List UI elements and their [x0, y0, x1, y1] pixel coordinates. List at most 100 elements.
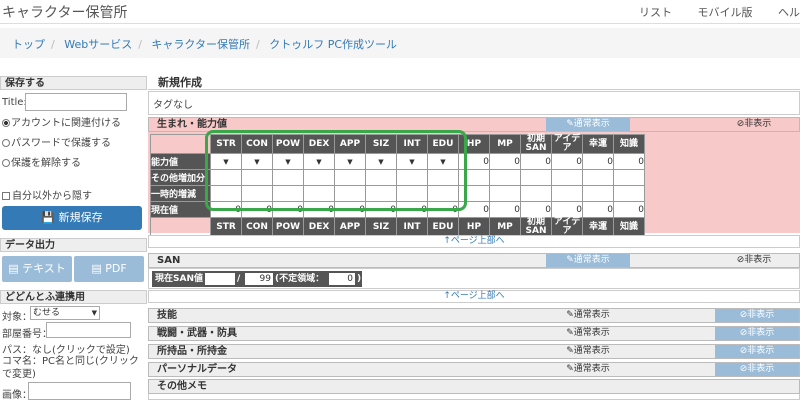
stat-input[interactable]	[241, 185, 273, 202]
combat-section-header[interactable]: 戦闘・武器・防具 ✎通常表示 ⊘非表示	[148, 326, 800, 341]
stat-input[interactable]	[551, 169, 583, 186]
skills-title: 技能	[157, 310, 177, 321]
stat-input[interactable]	[427, 169, 459, 186]
radio-password[interactable]: パスワードで保護する	[2, 134, 111, 149]
stat-input[interactable]	[334, 185, 366, 202]
edu-select[interactable]: ▼	[427, 153, 459, 170]
text-export-button[interactable]: ▤ テキスト	[2, 256, 72, 282]
tags-field[interactable]: タグなし	[148, 91, 800, 115]
pass-setting[interactable]: パス：なし(クリックで設定)	[2, 341, 130, 356]
stat-input[interactable]	[582, 169, 614, 186]
footer-con: CON	[241, 217, 273, 237]
room-input[interactable]	[46, 322, 131, 338]
stat-input[interactable]	[458, 169, 490, 186]
int-current: 0	[396, 201, 428, 218]
hide-button[interactable]: ⊘非表示	[709, 254, 799, 267]
stat-input[interactable]	[365, 185, 397, 202]
nav-link-help[interactable]: ヘル	[778, 6, 800, 19]
header-mp: MP	[489, 134, 521, 154]
nav-link-list[interactable]: リスト	[639, 6, 672, 19]
hide-button[interactable]: ⊘非表示	[709, 118, 799, 131]
stat-input[interactable]	[396, 185, 428, 202]
stat-input[interactable]	[210, 169, 242, 186]
normal-view-button[interactable]: ✎通常表示	[546, 118, 630, 131]
stat-input[interactable]	[489, 185, 521, 202]
header-siz: SIZ	[365, 134, 397, 154]
footer-knowledge: 知識	[613, 217, 645, 237]
stat-input[interactable]	[365, 169, 397, 186]
stat-input[interactable]	[520, 185, 552, 202]
memo-area[interactable]	[148, 394, 800, 400]
breadcrumb-top[interactable]: トップ	[12, 38, 45, 51]
footer-idea: アイデア	[551, 217, 583, 237]
koma-setting[interactable]: コマ名：PC名と同じ(クリックで変更)	[2, 355, 147, 381]
hide-checkbox[interactable]: 自分以外から隠す	[2, 187, 92, 202]
breadcrumb-storage[interactable]: キャラクター保管所	[151, 38, 250, 51]
stat-input[interactable]	[272, 185, 304, 202]
stat-input[interactable]	[582, 185, 614, 202]
stat-input[interactable]	[489, 169, 521, 186]
pencil-icon: ✎	[566, 346, 574, 356]
stat-input[interactable]	[241, 169, 273, 186]
stat-input[interactable]	[334, 169, 366, 186]
siz-select[interactable]: ▼	[365, 153, 397, 170]
radio-account[interactable]: アカウントに関連付ける	[2, 114, 121, 129]
checkbox-icon[interactable]	[2, 192, 10, 200]
new-save-button[interactable]: 💾 新規保存	[2, 206, 142, 230]
hide-button[interactable]: ⊘非表示	[715, 345, 799, 358]
breadcrumb-web[interactable]: Webサービス	[64, 38, 132, 51]
dex-select[interactable]: ▼	[303, 153, 335, 170]
stat-input[interactable]	[272, 169, 304, 186]
normal-view-button[interactable]: ✎通常表示	[546, 309, 630, 322]
row-label-ability: 能力値	[150, 153, 211, 170]
normal-view-button[interactable]: ✎通常表示	[546, 327, 630, 340]
nav-link-mobile[interactable]: モバイル版	[698, 6, 753, 19]
pdf-icon: ▤	[91, 262, 102, 275]
hide-button[interactable]: ⊘非表示	[715, 327, 799, 340]
san-section-header[interactable]: SAN ✎通常表示 ⊘非表示	[148, 253, 800, 268]
san-input[interactable]	[205, 273, 235, 285]
image-input[interactable]	[28, 382, 131, 400]
normal-view-button[interactable]: ✎通常表示	[546, 254, 630, 267]
stat-input[interactable]	[613, 169, 645, 186]
str-select[interactable]: ▼	[210, 153, 242, 170]
pow-select[interactable]: ▼	[272, 153, 304, 170]
stat-input[interactable]	[396, 169, 428, 186]
items-section-header[interactable]: 所持品・所持金 ✎通常表示 ⊘非表示	[148, 344, 800, 359]
radio-unprotect[interactable]: 保護を解除する	[2, 154, 81, 169]
stat-input[interactable]	[303, 185, 335, 202]
stat-input[interactable]	[458, 185, 490, 202]
personal-section-header[interactable]: パーソナルデータ ✎通常表示 ⊘非表示	[148, 362, 800, 377]
hide-button[interactable]: ⊘非表示	[715, 363, 799, 376]
page-top-link[interactable]: ↑ページ上部へ	[148, 290, 800, 303]
radio-icon[interactable]	[2, 139, 10, 147]
title-input[interactable]	[25, 93, 127, 111]
pdf-export-button[interactable]: ▤ PDF	[74, 256, 144, 282]
footer-str: STR	[210, 217, 242, 237]
hp-base: 0	[458, 153, 490, 170]
stat-input[interactable]	[303, 169, 335, 186]
hide-button[interactable]: ⊘非表示	[715, 309, 799, 322]
header-con: CON	[241, 134, 273, 154]
int-select[interactable]: ▼	[396, 153, 428, 170]
stat-input[interactable]	[613, 185, 645, 202]
page-top-link[interactable]: ↑ページ上部へ	[148, 235, 800, 248]
radio-selected-icon[interactable]	[2, 119, 10, 127]
skills-section-header[interactable]: 技能 ✎通常表示 ⊘非表示	[148, 308, 800, 323]
stat-input[interactable]	[520, 169, 552, 186]
mp-base: 0	[489, 153, 521, 170]
stat-input[interactable]	[427, 185, 459, 202]
normal-view-button[interactable]: ✎通常表示	[546, 363, 630, 376]
app-title[interactable]: キャラクター保管所	[2, 2, 127, 22]
san-current: 0	[520, 201, 552, 218]
str-current: 0	[210, 201, 242, 218]
status-section-header[interactable]: 生まれ・能力値 ✎通常表示 ⊘非表示	[148, 117, 800, 132]
memo-section-header[interactable]: その他メモ	[148, 379, 800, 394]
con-select[interactable]: ▼	[241, 153, 273, 170]
stat-input[interactable]	[210, 185, 242, 202]
target-select[interactable]: むせる ▼	[30, 306, 100, 320]
radio-icon[interactable]	[2, 159, 10, 167]
app-select[interactable]: ▼	[334, 153, 366, 170]
normal-view-button[interactable]: ✎通常表示	[546, 345, 630, 358]
stat-input[interactable]	[551, 185, 583, 202]
